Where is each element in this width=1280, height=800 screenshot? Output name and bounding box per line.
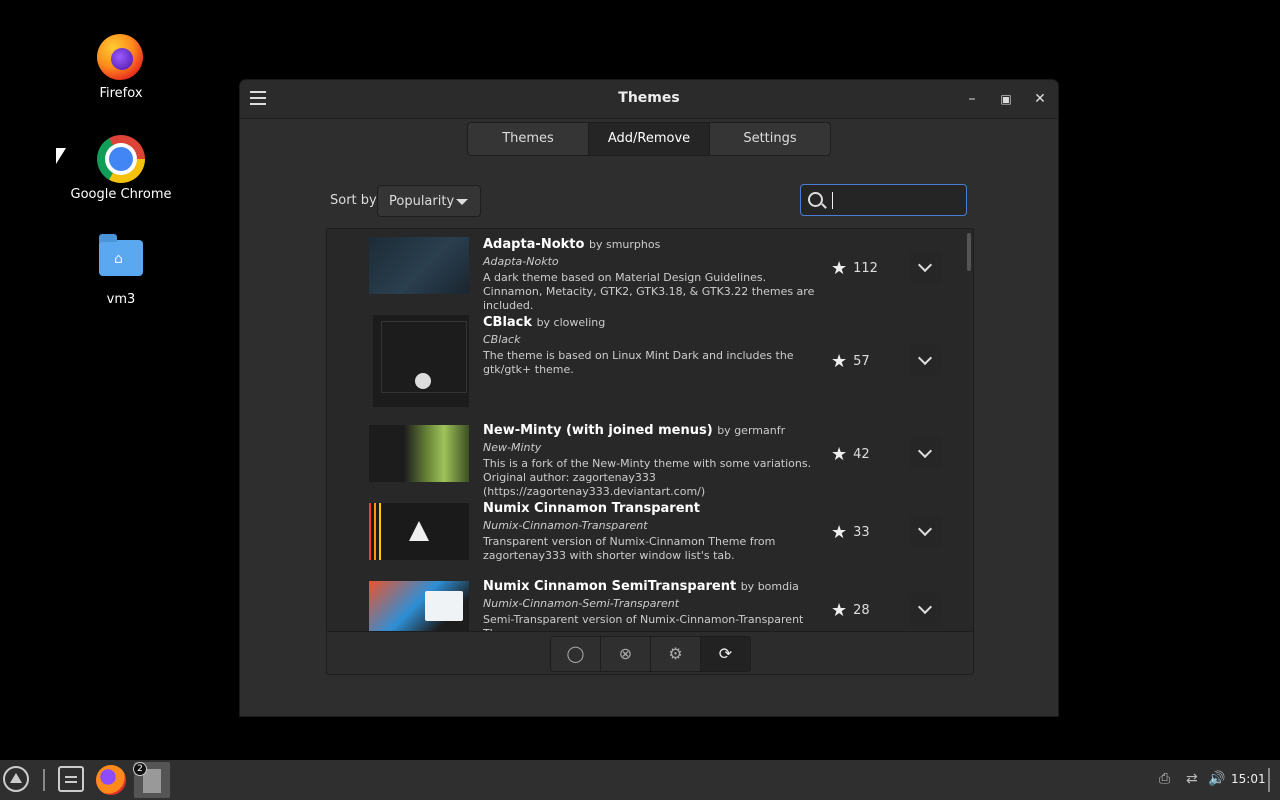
theme-screenshot xyxy=(369,237,469,294)
desktop-icon-google-chrome[interactable]: Google Chrome xyxy=(66,135,176,202)
theme-uuid: New-Minty xyxy=(483,441,542,454)
star-icon: ★ xyxy=(831,444,848,465)
desktop-icon-label: vm3 xyxy=(106,292,136,307)
clock[interactable]: 15:01 xyxy=(1231,772,1266,786)
theme-list: Adapta-Nokto by smurphos Adapta-Nokto A … xyxy=(326,228,974,675)
dropdown-caret-icon xyxy=(456,199,468,205)
theme-screenshot xyxy=(373,315,469,407)
chrome-icon xyxy=(97,135,145,183)
desktop-icon-firefox[interactable]: Firefox xyxy=(66,34,176,101)
theme-name: Adapta-Nokto by smurphos xyxy=(483,237,661,252)
expand-button[interactable] xyxy=(909,515,941,547)
toolbar-button-group: ◯ ⊗ ⚙ ⟳ xyxy=(550,636,751,672)
theme-rating: ★ 57 xyxy=(831,351,870,372)
expand-button[interactable] xyxy=(909,344,941,376)
taskbar-separator xyxy=(43,769,45,791)
star-icon: ★ xyxy=(831,600,848,621)
file-manager-icon[interactable] xyxy=(58,766,84,792)
theme-rating: ★ 33 xyxy=(831,522,870,543)
theme-description: The theme is based on Linux Mint Dark an… xyxy=(483,349,794,376)
sort-by-select[interactable]: Popularity xyxy=(377,185,481,217)
theme-name: Numix Cinnamon SemiTransparent by bomdia xyxy=(483,579,799,594)
tab-add-remove[interactable]: Add/Remove xyxy=(589,123,710,155)
show-desktop-button[interactable] xyxy=(1268,768,1270,792)
text-cursor xyxy=(832,192,833,209)
printer-icon[interactable]: ⎙ xyxy=(1159,771,1170,787)
tab-bar: Themes Add/Remove Settings xyxy=(467,122,831,156)
expand-button[interactable] xyxy=(909,437,941,469)
list-item[interactable]: New-Minty (with joined menus) by germanf… xyxy=(327,415,967,498)
theme-rating: ★ 28 xyxy=(831,600,870,621)
taskbar: 2 ⎙ ⇄ 🔊 15:01 xyxy=(0,760,1280,800)
themes-window: Themes – ▣ ✕ Themes Add/Remove Settings … xyxy=(240,80,1058,716)
search-icon xyxy=(808,192,823,207)
mouse-cursor-icon xyxy=(56,148,66,164)
tab-themes[interactable]: Themes xyxy=(468,123,589,155)
window-title: Themes xyxy=(618,90,680,106)
firefox-icon[interactable] xyxy=(96,765,126,795)
theme-list-scroll[interactable]: Adapta-Nokto by smurphos Adapta-Nokto A … xyxy=(327,229,973,631)
search-field[interactable] xyxy=(800,184,967,216)
theme-description: Transparent version of Numix-Cinnamon Th… xyxy=(483,535,776,562)
lightbulb-icon[interactable]: ◯ xyxy=(551,637,601,671)
firefox-icon xyxy=(97,34,145,82)
close-button[interactable]: ✕ xyxy=(1030,89,1050,109)
theme-author: by germanfr xyxy=(717,424,786,437)
theme-description: Semi-Transparent version of Numix-Cinnam… xyxy=(483,613,804,631)
volume-icon[interactable]: 🔊 xyxy=(1208,771,1225,787)
theme-author: by smurphos xyxy=(588,238,661,251)
theme-screenshot xyxy=(369,503,469,560)
theme-uuid: Numix-Cinnamon-Transparent xyxy=(483,519,648,532)
refresh-icon[interactable]: ⟳ xyxy=(701,637,750,671)
expand-button[interactable] xyxy=(909,251,941,283)
theme-author: by bomdia xyxy=(740,580,799,593)
maximize-button[interactable]: ▣ xyxy=(996,89,1016,109)
gear-icon[interactable]: ⚙ xyxy=(651,637,701,671)
list-item[interactable]: CBlack by cloweling CBlack The theme is … xyxy=(327,307,967,415)
minimize-button[interactable]: – xyxy=(962,89,982,109)
scrollbar-thumb[interactable] xyxy=(967,233,971,271)
theme-screenshot xyxy=(369,425,469,482)
star-icon: ★ xyxy=(831,351,848,372)
title-bar[interactable]: Themes – ▣ ✕ xyxy=(240,80,1058,119)
desktop-icon-label: Firefox xyxy=(99,86,143,101)
tab-settings[interactable]: Settings xyxy=(710,123,830,155)
menu-icon[interactable] xyxy=(3,766,29,792)
theme-uuid: Adapta-Nokto xyxy=(483,255,559,268)
theme-name: CBlack by cloweling xyxy=(483,315,606,330)
theme-rating: ★ 112 xyxy=(831,258,878,279)
window-count-badge: 2 xyxy=(133,762,147,776)
star-icon: ★ xyxy=(831,258,848,279)
theme-uuid: Numix-Cinnamon-Semi-Transparent xyxy=(483,597,680,610)
theme-name: New-Minty (with joined menus) by germanf… xyxy=(483,423,786,438)
network-icon[interactable]: ⇄ xyxy=(1186,771,1198,787)
list-item[interactable]: Numix Cinnamon SemiTransparent by bomdia… xyxy=(327,571,967,631)
expand-button[interactable] xyxy=(909,593,941,625)
star-icon: ★ xyxy=(831,522,848,543)
home-folder-icon: ⌂ xyxy=(97,234,145,288)
theme-name: Numix Cinnamon Transparent xyxy=(483,501,700,516)
desktop-icon-label: Google Chrome xyxy=(70,187,172,202)
sort-by-value: Popularity xyxy=(389,194,455,209)
theme-uuid: CBlack xyxy=(483,333,521,346)
sort-by-label: Sort by xyxy=(330,193,377,208)
list-item[interactable]: Numix Cinnamon Transparent Numix-Cinnamo… xyxy=(327,493,967,571)
theme-author: by cloweling xyxy=(536,316,606,329)
list-toolbar: ◯ ⊗ ⚙ ⟳ xyxy=(327,631,973,674)
remove-circle-icon[interactable]: ⊗ xyxy=(601,637,651,671)
list-item[interactable]: Adapta-Nokto by smurphos Adapta-Nokto A … xyxy=(327,229,967,312)
theme-screenshot xyxy=(369,581,469,631)
search-input[interactable] xyxy=(831,189,963,213)
desktop-icon-vm3[interactable]: ⌂ vm3 xyxy=(66,234,176,307)
theme-rating: ★ 42 xyxy=(831,444,870,465)
